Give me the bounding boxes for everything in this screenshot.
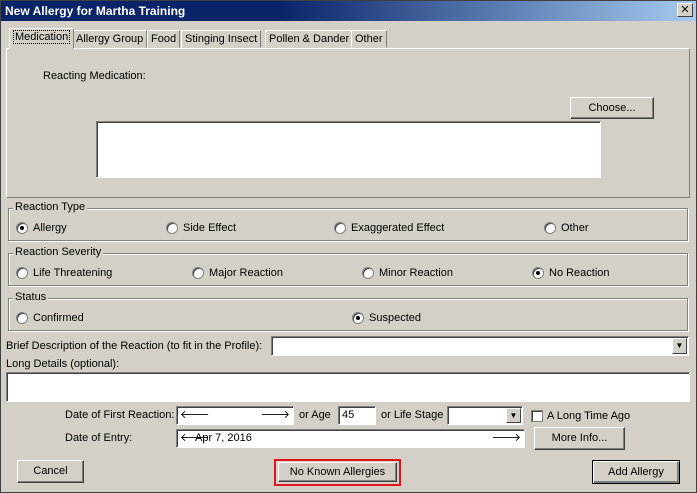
or-life-stage-label: or Life Stage: [381, 409, 444, 421]
radio-exaggerated-effect[interactable]: Exaggerated Effect: [334, 221, 444, 235]
radio-button[interactable]: [166, 222, 178, 234]
age-field[interactable]: 45: [338, 406, 376, 425]
radio-button[interactable]: [352, 312, 364, 324]
entry-date-field[interactable]: 🡐 Apr 7, 2016 🡒: [176, 429, 525, 448]
radio-button[interactable]: [334, 222, 346, 234]
chevron-down-icon[interactable]: ▼: [672, 338, 687, 354]
radio-button[interactable]: [362, 267, 374, 279]
status-label: Status: [13, 291, 49, 303]
radio-suspected[interactable]: Suspected: [352, 311, 421, 325]
or-age-label: or Age: [299, 409, 331, 421]
new-allergy-dialog: New Allergy for Martha Training ✕ Medica…: [0, 0, 697, 493]
add-allergy-button[interactable]: Add Allergy: [592, 460, 680, 484]
radio-allergy[interactable]: Allergy: [16, 221, 67, 235]
radio-button[interactable]: [192, 267, 204, 279]
reacting-medication-label: Reacting Medication:: [43, 70, 146, 82]
radio-minor-reaction[interactable]: Minor Reaction: [362, 266, 453, 280]
life-stage-dropdown[interactable]: ▼: [447, 406, 523, 425]
medication-tab-panel: Reacting Medication: Choose...: [6, 48, 690, 198]
tab-pollen-dander[interactable]: Pollen & Dander: [265, 30, 354, 48]
long-details-label: Long Details (optional):: [6, 358, 120, 370]
radio-button[interactable]: [544, 222, 556, 234]
brief-description-dropdown[interactable]: ▼: [271, 336, 689, 356]
first-reaction-label: Date of First Reaction:: [65, 409, 175, 421]
radio-confirmed[interactable]: Confirmed: [16, 311, 84, 325]
radio-button[interactable]: [16, 222, 28, 234]
brief-description-label: Brief Description of the Reaction (to fi…: [6, 340, 263, 352]
status-group: [8, 298, 688, 331]
title-bar: New Allergy for Martha Training ✕: [1, 1, 696, 21]
window-title: New Allergy for Martha Training: [5, 4, 186, 18]
reaction-type-label: Reaction Type: [13, 201, 88, 213]
checkbox[interactable]: [531, 410, 543, 422]
long-time-ago-checkbox[interactable]: A Long Time Ago: [531, 409, 630, 423]
entry-date-label: Date of Entry:: [65, 432, 133, 444]
radio-life-threatening[interactable]: Life Threatening: [16, 266, 112, 280]
reaction-severity-label: Reaction Severity: [13, 246, 104, 258]
radio-other[interactable]: Other: [544, 221, 589, 235]
arrow-right-icon[interactable]: 🡒: [261, 407, 291, 423]
tab-food[interactable]: Food: [147, 30, 181, 48]
choose-button[interactable]: Choose...: [570, 97, 654, 119]
radio-button[interactable]: [16, 267, 28, 279]
close-icon[interactable]: ✕: [677, 3, 693, 17]
radio-major-reaction[interactable]: Major Reaction: [192, 266, 283, 280]
radio-button[interactable]: [532, 267, 544, 279]
long-details-field[interactable]: [6, 372, 690, 402]
radio-button[interactable]: [16, 312, 28, 324]
entry-date-value: Apr 7, 2016: [195, 432, 252, 444]
tab-stinging-insect[interactable]: Stinging Insect: [181, 30, 262, 48]
tab-allergy-group[interactable]: Allergy Group: [72, 30, 148, 48]
more-info-button[interactable]: More Info...: [534, 427, 625, 450]
first-reaction-date-field[interactable]: 🡐 🡒: [176, 406, 294, 425]
cancel-button[interactable]: Cancel: [17, 460, 84, 483]
chevron-down-icon[interactable]: ▼: [506, 408, 521, 423]
arrow-left-icon[interactable]: 🡐: [180, 407, 210, 423]
radio-no-reaction[interactable]: No Reaction: [532, 266, 610, 280]
radio-side-effect[interactable]: Side Effect: [166, 221, 236, 235]
tab-medication[interactable]: Medication: [9, 28, 75, 49]
highlight-box: [274, 459, 401, 486]
tab-other[interactable]: Other: [351, 30, 387, 48]
arrow-right-icon[interactable]: 🡒: [492, 430, 522, 446]
reacting-medication-field[interactable]: [96, 121, 601, 178]
